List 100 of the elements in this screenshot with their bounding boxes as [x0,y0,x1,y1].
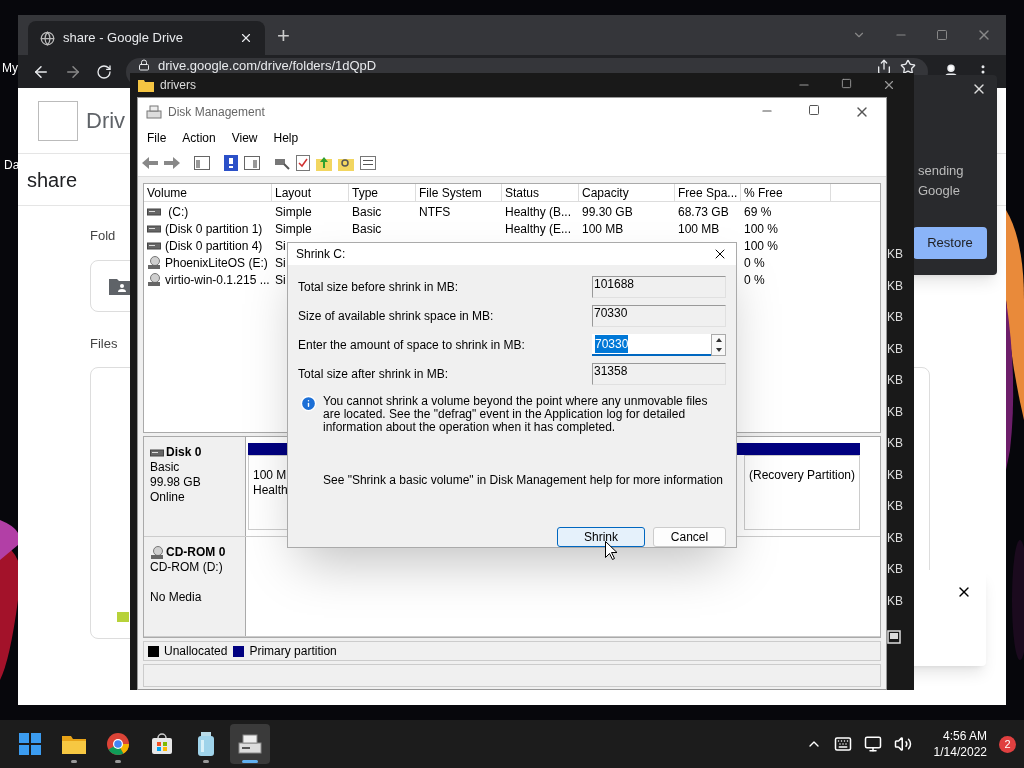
column-header[interactable]: File System [416,184,502,201]
file-size: KB [887,309,904,325]
forward-arrow-icon[interactable] [164,156,180,169]
folder-title: share [27,167,78,193]
table-cell-text: 99.30 GB [582,203,633,221]
section-heading: Fold [90,227,116,245]
clock-time[interactable]: 4:56 AM [942,728,987,744]
cd-drive-icon [150,545,164,560]
legend-label: Unallocated [164,643,228,660]
column-header[interactable]: Type [349,184,416,201]
column-header[interactable]: Capacity [579,184,675,201]
clock-date[interactable]: 1/14/2022 [933,744,987,760]
jar-icon[interactable] [197,731,215,757]
cd-drive-icon [147,272,161,287]
column-header[interactable]: Status [502,184,579,201]
spin-buttons[interactable] [711,334,726,356]
table-cell-text: (Disk 0 partition 1) [165,220,263,238]
disk-label-panel[interactable]: Disk 0 Basic 99.98 GB Online [144,437,246,536]
running-indicator [203,760,209,763]
table-cell-text: Healthy (B... [505,203,572,221]
restore-button[interactable]: Restore [913,227,987,259]
maximize-icon[interactable] [841,78,852,89]
shrink-amount-field[interactable]: 70330 [592,334,711,356]
table-cell-text: Healthy (E... [505,220,572,238]
lock-icon [138,58,150,71]
running-indicator [115,760,121,763]
drive-icon [147,207,161,216]
disk-management-icon [146,105,162,119]
console-tree-icon[interactable] [194,155,210,170]
disk-label-panel[interactable]: CD-ROM 0 CD-ROM (D:) No Media [144,537,246,636]
close-icon[interactable] [239,31,253,45]
field-label: Total size before shrink in MB: [298,279,460,296]
field-label: Size of available shrink space in MB: [298,308,495,325]
menu-item[interactable]: Action [182,128,216,147]
down-arrow-icon [715,348,722,352]
notification-badge[interactable]: 2 [999,735,1016,753]
menu-item[interactable]: Help [273,128,299,147]
keyboard-icon[interactable] [833,735,852,753]
dialog-button[interactable]: Shrink [557,527,645,547]
readonly-field: 70330 [592,305,726,327]
cd-drive-icon [147,255,161,270]
disk-name: CD-ROM 0 [166,545,226,560]
help-icon[interactable] [224,154,238,171]
window-title: Disk Management [168,104,265,121]
properties-icon[interactable] [244,155,260,170]
reload-icon[interactable] [96,63,112,80]
maximize-icon[interactable] [936,29,948,41]
bookmark-star-icon[interactable] [900,58,916,75]
column-header[interactable]: Layout [272,184,349,201]
column-header[interactable]: Free Spa... [675,184,741,201]
share-icon[interactable] [876,58,892,75]
back-arrow-icon[interactable] [142,156,158,169]
network-icon[interactable] [863,735,882,753]
maximize-icon[interactable] [808,104,820,116]
table-cell-text: PhoenixLiteOS (E:) [165,254,268,272]
taskbar-button[interactable] [230,724,270,764]
view-icon[interactable] [887,630,901,644]
new-tab-button[interactable]: + [277,25,290,47]
close-icon[interactable] [882,78,896,92]
dialog-button[interactable]: Cancel [653,527,726,547]
partition-block[interactable]: (Recovery Partition) [743,455,860,530]
file-size: KB [887,561,904,577]
help-text: See "Shrink a basic volume" in Disk Management help for more information [322,472,725,489]
section-heading: Files [90,334,118,353]
checklist-icon[interactable] [296,154,310,171]
disk-info: Online [150,490,186,505]
file-size: KB [887,277,904,294]
folder-icon [138,78,154,92]
column-header[interactable]: % Free [741,184,831,201]
file-size: KB [887,498,904,514]
table-cell-text: NTFS [419,203,451,221]
windows-start-icon[interactable] [18,732,42,756]
desktop-icon-label: My [2,60,18,77]
list-icon[interactable] [360,155,376,170]
readonly-field: 31358 [592,363,726,385]
browser-icon[interactable] [106,732,130,756]
disk-info: Basic [150,460,181,475]
partition-info: Health [253,483,289,498]
table-cell-text: 100 MB [678,220,720,238]
table-cell-text: virtio-win-0.1.215 ... [165,271,270,289]
file-thumbnail-icon [117,612,129,622]
drive-icon [147,241,161,250]
file-size: KB [887,529,904,546]
partition-info: (Recovery Partition) [748,468,855,483]
disk-management-icon[interactable] [237,733,263,755]
shopping-bag-icon[interactable] [150,732,174,756]
table-cell-text: Si [275,254,286,272]
column-header[interactable]: Volume [144,184,272,201]
file-size: KB [887,246,904,262]
field-label: Enter the amount of space to shrink in MB: [298,337,526,354]
menu-item[interactable]: View [231,128,258,147]
folder-icon[interactable] [61,733,87,755]
table-cell-text: Simple [275,220,312,238]
browser-tab[interactable]: share - Google Drive [28,21,265,55]
shared-folder-icon [109,276,131,295]
menu-item[interactable]: File [147,128,167,147]
table-cell-text: 68.73 GB [678,203,729,221]
running-indicator [242,760,258,763]
drive-icon [147,224,161,233]
volume-icon[interactable] [893,735,912,753]
